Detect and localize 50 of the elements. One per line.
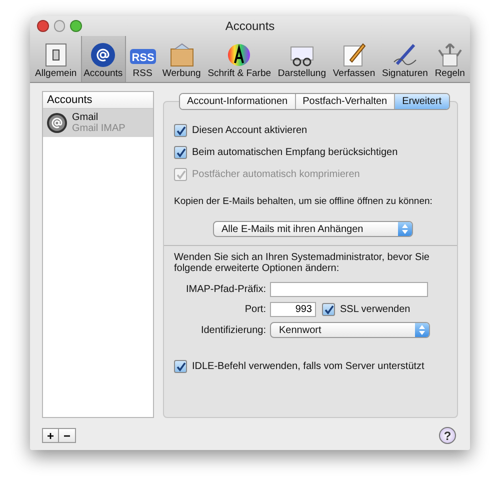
toolbar-item[interactable]: Werbung	[159, 36, 204, 82]
port-input[interactable]: 993	[270, 302, 316, 317]
toolbar-item[interactable]: Signaturen	[378, 36, 431, 82]
checkbox-label: IDLE-Befehl verwenden, falls vom Server unterstützt	[192, 361, 424, 372]
account-type: Gmail IMAP	[72, 123, 126, 134]
at-sign-icon	[90, 42, 116, 68]
toolbar-item[interactable]: Darstellung	[274, 36, 329, 82]
auth-dropdown[interactable]: Kennwort	[270, 322, 430, 338]
color-wheel-icon	[226, 42, 252, 68]
checkbox-label: SSL verwenden	[340, 304, 410, 315]
account-item[interactable]: Gmail Gmail IMAP	[43, 109, 153, 137]
checkbox[interactable]	[174, 360, 187, 373]
at-sign-icon	[46, 112, 68, 134]
pen-signature-icon	[392, 42, 418, 68]
stepper-arrows-icon	[402, 224, 408, 234]
admin-note: Wenden Sie sich an Ihren Systemadministrator, bevor Sie folgende erweiterte Optionen ändern:	[174, 252, 430, 274]
close-button[interactable]	[37, 20, 49, 32]
toolbar-item[interactable]: Allgemein	[32, 36, 80, 82]
copies-label: Kopien der E-Mails behalten, um sie offline öffnen zu können:	[174, 196, 434, 207]
checkbox[interactable]	[174, 124, 187, 137]
envelope-arrows-icon	[436, 42, 463, 68]
toolbar-item[interactable]: Accounts	[80, 36, 126, 82]
checkbox-label: Beim automatischen Empfang berücksichtigen	[192, 147, 398, 158]
account-name: Gmail	[72, 112, 100, 123]
toolbar-item[interactable]: RSS RSS	[126, 36, 159, 82]
checkbox-label: Diesen Account aktivieren	[192, 125, 308, 136]
remove-button[interactable]: −	[59, 428, 76, 443]
stepper-arrows-icon	[419, 325, 425, 335]
prefix-label: IMAP-Pfad-Präfix:	[184, 284, 266, 295]
toolbar-item[interactable]: Schrift & Farbe	[204, 36, 274, 82]
switch-icon	[42, 42, 69, 68]
checkbox-label: Postfächer automatisch komprimieren	[192, 169, 360, 180]
help-button[interactable]: ?	[439, 427, 456, 444]
window-title: Accounts	[224, 19, 276, 33]
tab[interactable]: Postfach-Verhalten	[294, 94, 394, 109]
auth-label: Identifizierung:	[200, 324, 266, 336]
toolbar-item[interactable]: Verfassen	[330, 36, 378, 82]
checkbox[interactable]	[174, 146, 187, 159]
list-header: Accounts	[43, 92, 153, 109]
package-icon	[168, 42, 195, 68]
toolbar-item[interactable]: Regeln	[432, 36, 468, 82]
pencil-note-icon	[340, 42, 367, 68]
copies-dropdown[interactable]: Alle E-Mails mit ihren Anhängen	[212, 221, 412, 237]
prefix-input[interactable]	[270, 282, 428, 297]
tab[interactable]: Erweitert	[394, 94, 449, 109]
port-label: Port:	[244, 304, 266, 315]
add-button[interactable]: +	[42, 428, 59, 443]
zoom-button[interactable]	[70, 20, 82, 32]
checkbox[interactable]	[322, 303, 335, 316]
tab[interactable]: Account-Informationen	[180, 94, 295, 109]
